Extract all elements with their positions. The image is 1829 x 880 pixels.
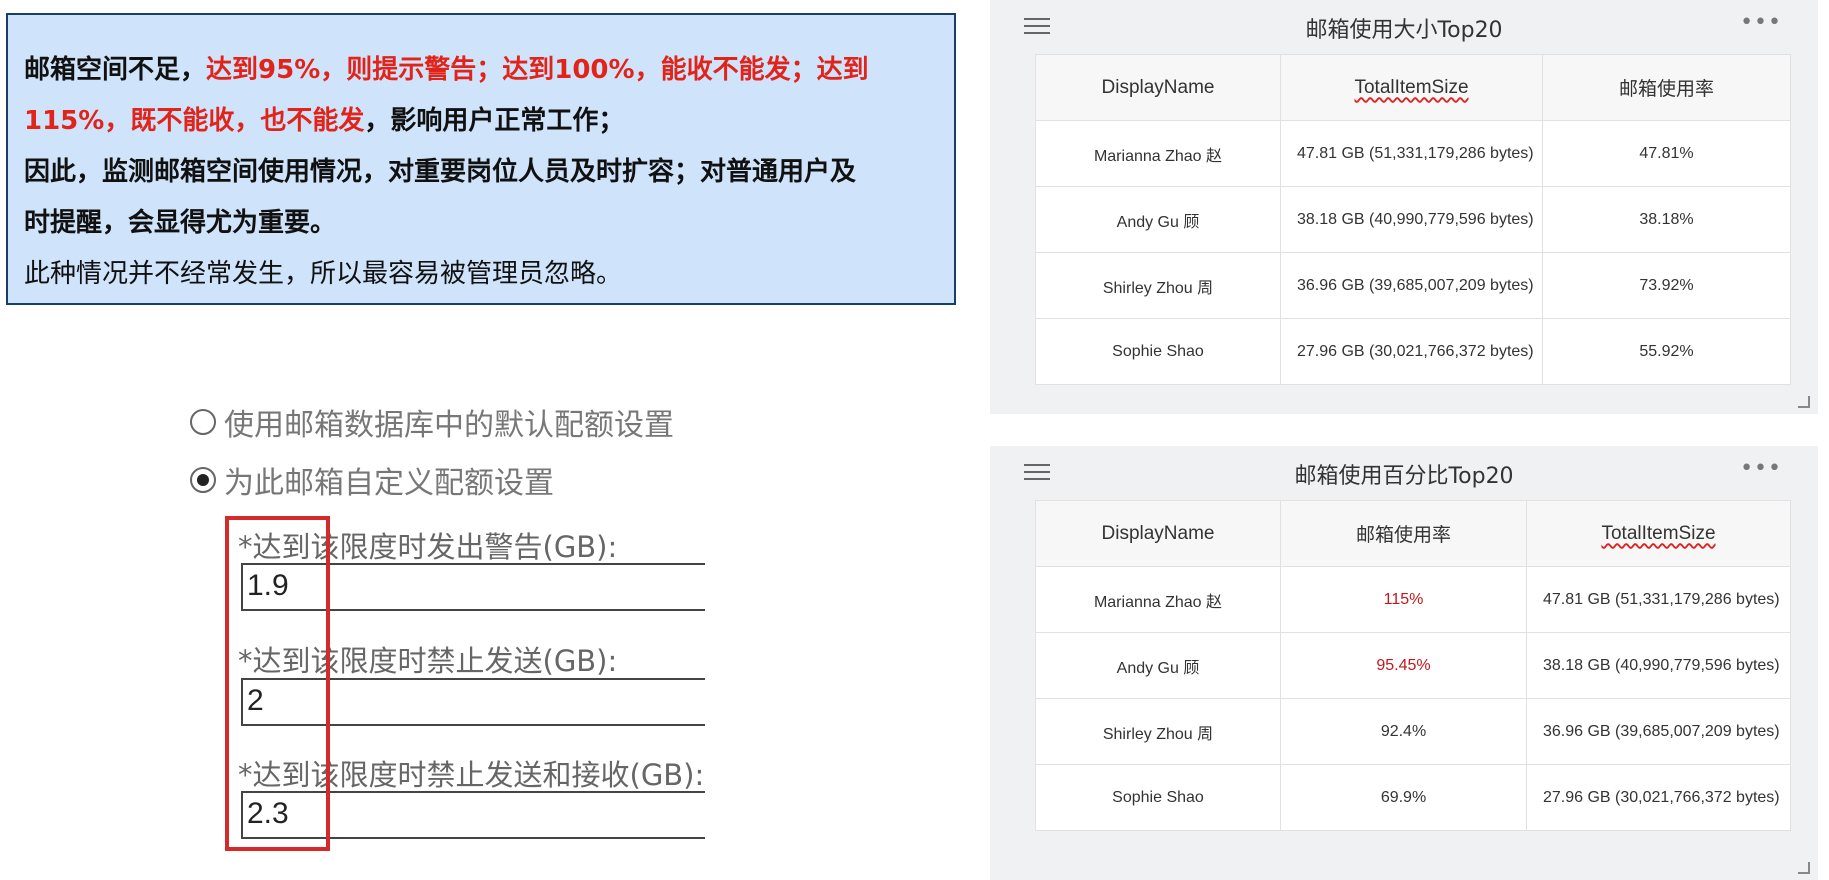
cell-rate: 55.92% (1542, 318, 1791, 385)
cell-name: Sophie Shao (1035, 318, 1281, 385)
cell-rate: 73.92% (1542, 252, 1791, 319)
callout-line-5: 此种情况并不经常发生，所以最容易被管理员忽略。 (24, 259, 623, 289)
cell-size: 27.96 GB (30,021,766,372 bytes) (1526, 764, 1791, 831)
radio-custom-quota[interactable]: 为此邮箱自定义配额设置 (190, 458, 554, 502)
table-header-row: DisplayName TotalItemSize 邮箱使用率 (1035, 54, 1791, 121)
cell-rate: 69.9% (1280, 764, 1527, 831)
quota-settings: 使用邮箱数据库中的默认配额设置 为此邮箱自定义配额设置 *达到该限度时发出警告(… (0, 390, 705, 880)
cell-name: Marianna Zhao 赵 (1035, 566, 1281, 633)
percent-table: DisplayName 邮箱使用率 TotalItemSize Marianna… (1035, 500, 1791, 831)
cell-name: Andy Gu 顾 (1035, 186, 1281, 253)
radio-default-quota[interactable]: 使用邮箱数据库中的默认配额设置 (190, 400, 674, 444)
cell-rate: 95.45% (1280, 632, 1527, 699)
col-displayname[interactable]: DisplayName (1035, 500, 1281, 567)
table-header-row: DisplayName 邮箱使用率 TotalItemSize (1035, 500, 1791, 567)
cell-name: Sophie Shao (1035, 764, 1281, 831)
more-dots-icon[interactable]: ••• (1740, 456, 1782, 481)
callout-line-2: 115%，既不能收，也不能发，影响用户正常工作； (24, 106, 625, 136)
table-row[interactable]: Sophie Shao 27.96 GB (30,021,766,372 byt… (1035, 318, 1791, 385)
col-usage-rate[interactable]: 邮箱使用率 (1280, 500, 1527, 567)
more-dots-icon[interactable]: ••• (1740, 10, 1782, 35)
cell-name: Shirley Zhou 周 (1035, 252, 1281, 319)
panel-title: 邮箱使用百分比Top20 (1294, 464, 1514, 489)
radio-custom-label: 为此邮箱自定义配额设置 (224, 466, 554, 501)
table-row[interactable]: Andy Gu 顾 95.45% 38.18 GB (40,990,779,59… (1035, 632, 1791, 699)
cell-size: 47.81 GB (51,331,179,286 bytes) (1280, 120, 1543, 187)
table-row[interactable]: Marianna Zhao 赵 115% 47.81 GB (51,331,17… (1035, 566, 1791, 633)
callout-line-1: 邮箱空间不足，达到95%，则提示警告；达到100%，能收不能发；达到 (24, 55, 869, 85)
highlight-frame (225, 516, 330, 851)
cell-rate: 115% (1280, 566, 1527, 633)
cell-size: 27.96 GB (30,021,766,372 bytes) (1280, 318, 1543, 385)
table-row[interactable]: Sophie Shao 69.9% 27.96 GB (30,021,766,3… (1035, 764, 1791, 831)
mailbox-percent-panel: 邮箱使用百分比Top20 ••• DisplayName 邮箱使用率 Total… (990, 446, 1818, 880)
callout-line-4: 时提醒，会显得尤为重要。 (24, 208, 337, 238)
cell-name: Marianna Zhao 赵 (1035, 120, 1281, 187)
radio-checked-icon[interactable] (190, 467, 216, 493)
cell-rate: 92.4% (1280, 698, 1527, 765)
col-totalitemsize[interactable]: TotalItemSize (1280, 54, 1543, 121)
table-row[interactable]: Shirley Zhou 周 92.4% 36.96 GB (39,685,00… (1035, 698, 1791, 765)
cell-size: 47.81 GB (51,331,179,286 bytes) (1526, 566, 1791, 633)
callout-line-3: 因此，监测邮箱空间使用情况，对重要岗位人员及时扩容；对普通用户及 (24, 157, 857, 187)
cell-rate: 38.18% (1542, 186, 1791, 253)
cell-size: 38.18 GB (40,990,779,596 bytes) (1526, 632, 1791, 699)
radio-unchecked-icon[interactable] (190, 409, 216, 435)
panel-header: 邮箱使用百分比Top20 ••• (990, 446, 1818, 500)
radio-default-label: 使用邮箱数据库中的默认配额设置 (224, 408, 674, 443)
mailbox-size-panel: 邮箱使用大小Top20 ••• DisplayName TotalItemSiz… (990, 0, 1818, 414)
resize-handle-icon[interactable] (1798, 862, 1810, 874)
size-table: DisplayName TotalItemSize 邮箱使用率 Marianna… (1035, 54, 1791, 385)
cell-name: Shirley Zhou 周 (1035, 698, 1281, 765)
panel-header: 邮箱使用大小Top20 ••• (990, 0, 1818, 54)
resize-handle-icon[interactable] (1798, 396, 1810, 408)
cell-size: 38.18 GB (40,990,779,596 bytes) (1280, 186, 1543, 253)
panel-title: 邮箱使用大小Top20 (1305, 18, 1503, 43)
table-row[interactable]: Andy Gu 顾 38.18 GB (40,990,779,596 bytes… (1035, 186, 1791, 253)
cell-name: Andy Gu 顾 (1035, 632, 1281, 699)
table-row[interactable]: Marianna Zhao 赵 47.81 GB (51,331,179,286… (1035, 120, 1791, 187)
col-totalitemsize[interactable]: TotalItemSize (1526, 500, 1791, 567)
info-callout: 邮箱空间不足，达到95%，则提示警告；达到100%，能收不能发；达到 115%，… (6, 13, 956, 305)
cell-size: 36.96 GB (39,685,007,209 bytes) (1280, 252, 1543, 319)
cell-size: 36.96 GB (39,685,007,209 bytes) (1526, 698, 1791, 765)
col-displayname[interactable]: DisplayName (1035, 54, 1281, 121)
cell-rate: 47.81% (1542, 120, 1791, 187)
col-usage-rate[interactable]: 邮箱使用率 (1542, 54, 1791, 121)
table-row[interactable]: Shirley Zhou 周 36.96 GB (39,685,007,209 … (1035, 252, 1791, 319)
